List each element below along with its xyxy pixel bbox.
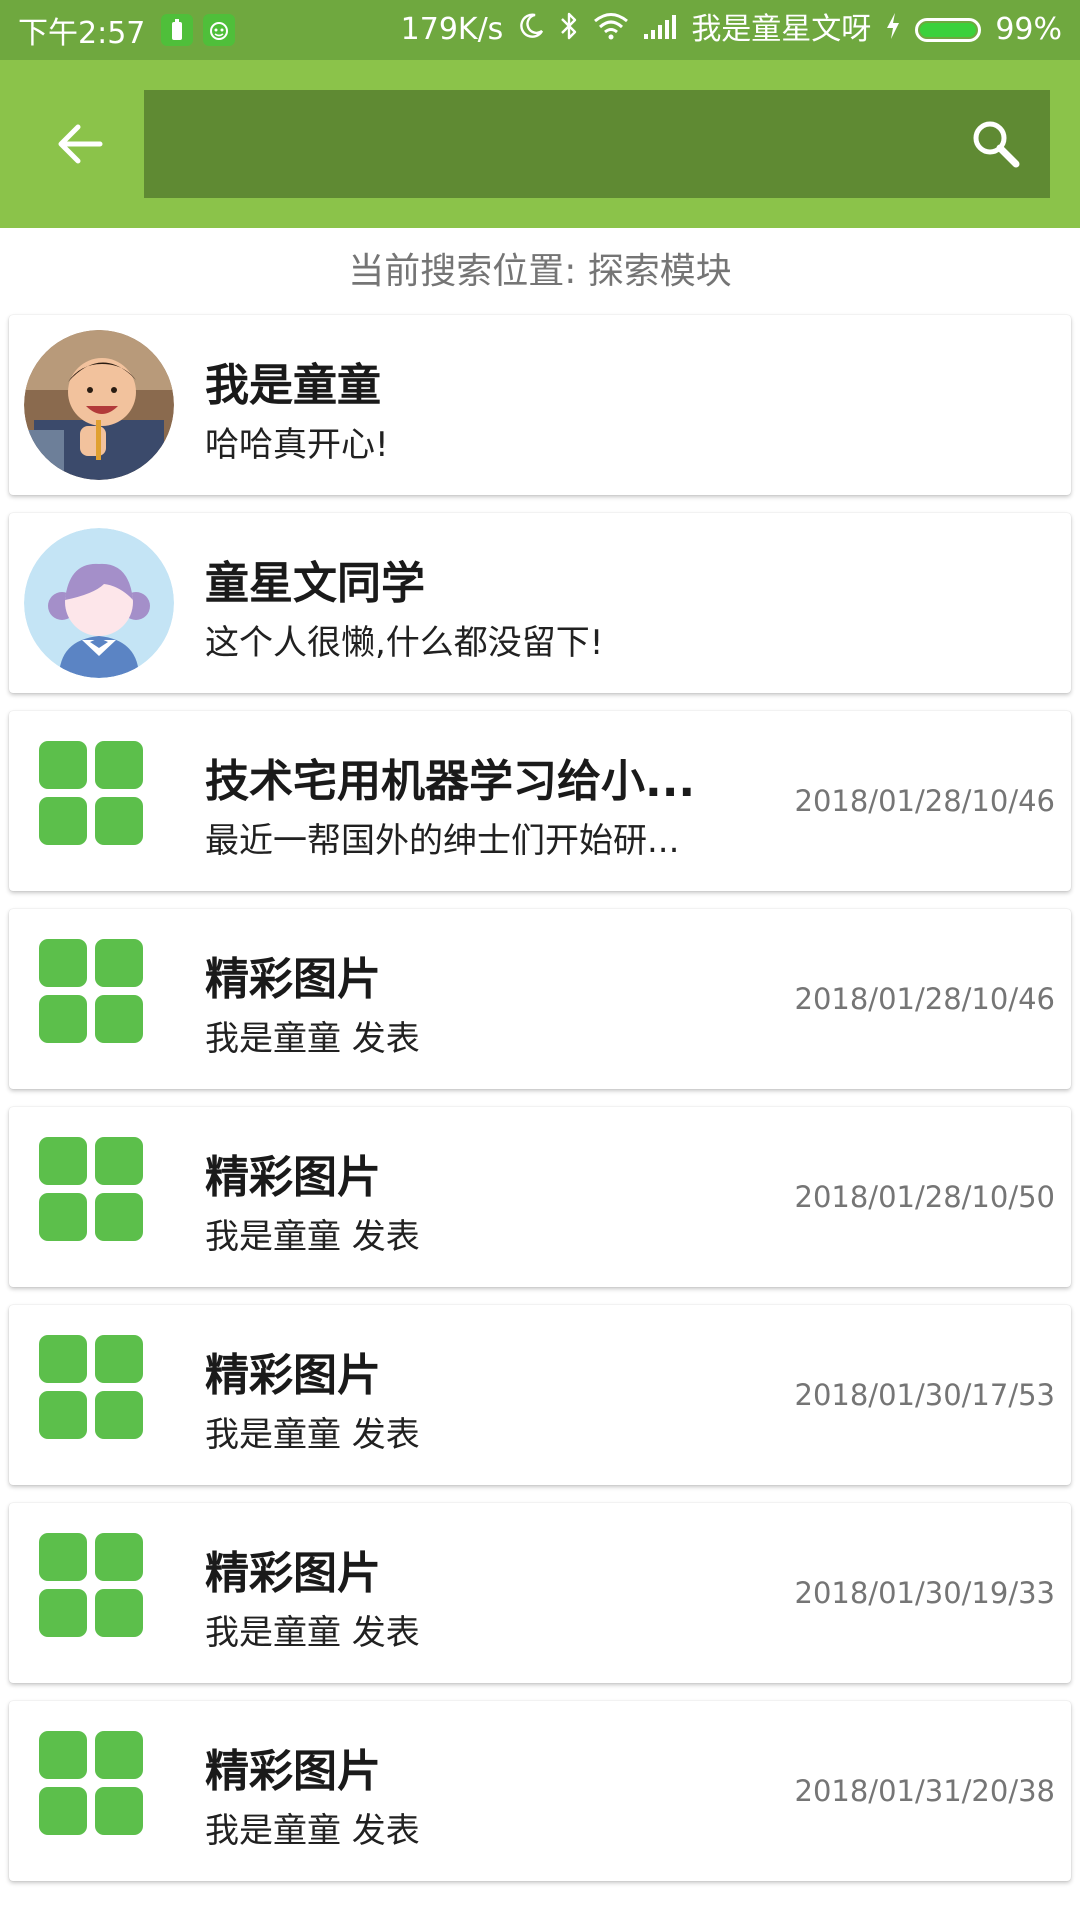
result-thumbnail: [24, 330, 174, 480]
result-title: 精彩图片: [205, 954, 381, 1005]
results-list: 我是童童 哈哈真开心! 童星文同学 这个人很懒,什么都没留下! 技术宅用机器学习…: [9, 315, 1071, 1899]
result-card-5[interactable]: 精彩图片 我是童童 发表 2018/01/30/17/53: [9, 1305, 1071, 1485]
battery-notification-icon: [161, 14, 194, 46]
battery-level-fill: [920, 23, 976, 37]
grid-icon: [39, 939, 147, 1047]
search-input[interactable]: [144, 90, 964, 198]
result-subtitle: 我是童童 发表: [205, 1613, 420, 1653]
grid-square: [95, 1787, 143, 1835]
bluetooth-icon: [559, 11, 579, 49]
wifi-icon: [593, 12, 629, 48]
battery-icon: [915, 18, 982, 42]
grid-square: [39, 1391, 87, 1439]
result-thumbnail: [9, 1305, 189, 1485]
grid-icon: [39, 1335, 147, 1443]
grid-square: [95, 1193, 143, 1241]
grid-square: [39, 1533, 87, 1581]
grid-square: [39, 939, 87, 987]
grid-square: [95, 797, 143, 845]
grid-square: [95, 1335, 143, 1383]
charging-icon: [885, 12, 901, 48]
result-subtitle: 我是童童 发表: [205, 1019, 420, 1059]
search-location-label: 当前搜索位置: 探索模块: [348, 251, 732, 292]
search-app-bar: [0, 60, 1080, 228]
result-title: 技术宅用机器学习给小...: [205, 756, 696, 807]
result-subtitle: 哈哈真开心!: [205, 425, 389, 465]
status-right: 179K/s 我是童星文呀 99%: [387, 0, 1062, 60]
status-left: 下午2:57: [18, 0, 245, 60]
girl-avatar-icon: [24, 528, 174, 678]
grid-square: [95, 1731, 143, 1779]
grid-square: [95, 1391, 143, 1439]
grid-square: [95, 741, 143, 789]
result-card-4[interactable]: 精彩图片 我是童童 发表 2018/01/28/10/50: [9, 1107, 1071, 1287]
status-time: 下午2:57: [18, 16, 146, 51]
grid-square: [39, 1787, 87, 1835]
result-card-1[interactable]: 童星文同学 这个人很懒,什么都没留下!: [9, 513, 1071, 693]
android-notification-icon: [203, 14, 236, 46]
grid-square: [39, 1335, 87, 1383]
search-box: [144, 90, 1050, 198]
grid-square: [95, 1589, 143, 1637]
result-thumbnail: [9, 711, 189, 891]
grid-square: [39, 741, 87, 789]
grid-icon: [39, 1533, 147, 1641]
result-date: 2018/01/30/17/53: [794, 1378, 1056, 1412]
signal-icon: [643, 13, 677, 48]
network-speed: 179K/s: [400, 12, 504, 47]
result-title: 精彩图片: [205, 1548, 381, 1599]
grid-square: [95, 1137, 143, 1185]
result-date: 2018/01/30/19/33: [794, 1576, 1056, 1610]
grid-square: [39, 797, 87, 845]
result-title: 我是童童: [205, 360, 381, 411]
result-thumbnail: [9, 1701, 189, 1881]
search-icon: [973, 121, 1020, 168]
result-card-3[interactable]: 精彩图片 我是童童 发表 2018/01/28/10/46: [9, 909, 1071, 1089]
grid-square: [95, 995, 143, 1043]
result-subtitle: 我是童童 发表: [205, 1415, 420, 1455]
result-subtitle: 我是童童 发表: [205, 1811, 420, 1851]
result-subtitle: 这个人很懒,什么都没留下!: [205, 623, 604, 663]
grid-square: [95, 939, 143, 987]
result-date: 2018/01/28/10/50: [794, 1180, 1056, 1214]
moon-icon: [517, 12, 545, 48]
result-thumbnail: [24, 528, 174, 678]
result-card-6[interactable]: 精彩图片 我是童童 发表 2018/01/30/19/33: [9, 1503, 1071, 1683]
result-date: 2018/01/31/20/38: [794, 1774, 1056, 1808]
search-button[interactable]: [960, 108, 1032, 180]
grid-square: [39, 1589, 87, 1637]
result-title: 精彩图片: [205, 1746, 381, 1797]
result-thumbnail: [9, 909, 189, 1089]
result-title: 精彩图片: [205, 1152, 381, 1203]
grid-icon: [39, 741, 147, 849]
result-subtitle: 最近一帮国外的绅士们开始研...: [205, 821, 680, 861]
result-date: 2018/01/28/10/46: [794, 982, 1056, 1016]
status-bar: 下午2:57 179K/s 我是童星文呀 99%: [0, 0, 1080, 60]
grid-square: [39, 1137, 87, 1185]
carrier-name: 我是童星文呀: [691, 12, 872, 47]
result-card-7[interactable]: 精彩图片 我是童童 发表 2018/01/31/20/38: [9, 1701, 1071, 1881]
result-subtitle: 我是童童 发表: [205, 1217, 420, 1257]
result-card-0[interactable]: 我是童童 哈哈真开心!: [9, 315, 1071, 495]
grid-square: [39, 1193, 87, 1241]
result-date: 2018/01/28/10/46: [794, 784, 1056, 818]
arrow-left-icon: [58, 124, 103, 164]
result-title: 童星文同学: [205, 558, 425, 609]
result-thumbnail: [9, 1107, 189, 1287]
grid-square: [39, 995, 87, 1043]
grid-icon: [39, 1731, 147, 1839]
result-title: 精彩图片: [205, 1350, 381, 1401]
result-card-2[interactable]: 技术宅用机器学习给小... 最近一帮国外的绅士们开始研... 2018/01/2…: [9, 711, 1071, 891]
back-button[interactable]: [40, 104, 120, 184]
result-thumbnail: [9, 1503, 189, 1683]
child-photo-avatar: [24, 330, 174, 480]
grid-icon: [39, 1137, 147, 1245]
grid-square: [39, 1731, 87, 1779]
grid-square: [95, 1533, 143, 1581]
battery-percent: 99%: [995, 12, 1062, 47]
